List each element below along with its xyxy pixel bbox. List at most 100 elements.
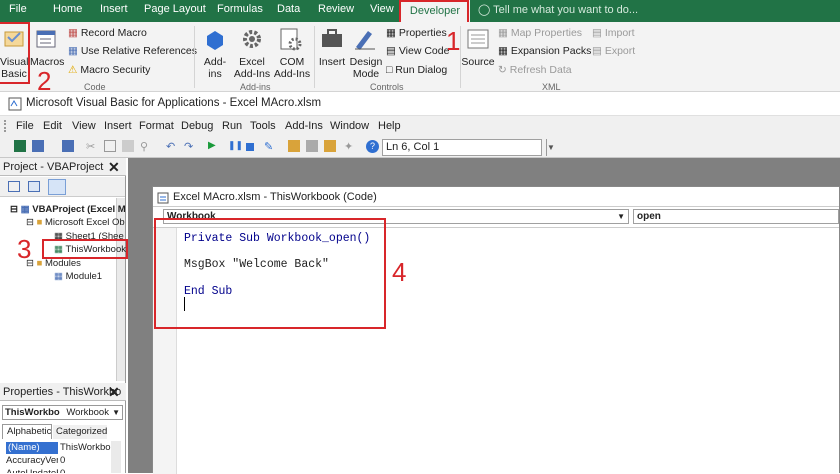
record-macro-button[interactable]: ▦ Record Macro: [68, 27, 147, 39]
vba-menu-bar: File Edit View Insert Format Debug Run T…: [0, 116, 840, 136]
vbaproject-icon: ▦: [20, 204, 30, 215]
project-explorer-icon[interactable]: [288, 140, 300, 152]
chevron-down-icon: ▼: [617, 212, 625, 221]
property-name: AutoUpdateF: [6, 468, 58, 473]
annotation-4: 4: [392, 257, 407, 287]
redo-icon[interactable]: ↷: [184, 140, 196, 153]
tab-file[interactable]: File: [9, 3, 27, 15]
tab-home[interactable]: Home: [53, 3, 82, 15]
property-value[interactable]: ThisWorkbo: [60, 442, 111, 454]
menu-tools[interactable]: Tools: [250, 120, 276, 132]
map-properties-icon: ▦: [498, 27, 508, 39]
annotation-box-1: [399, 0, 469, 24]
map-properties-button[interactable]: ▦ Map Properties: [498, 27, 582, 39]
tell-me-search[interactable]: ◯ Tell me what you want to do...: [478, 3, 638, 16]
tab-page-layout[interactable]: Page Layout: [144, 3, 206, 15]
paste-icon[interactable]: [122, 140, 134, 152]
insert-control-button[interactable]: Insert: [316, 56, 348, 68]
group-label-code: Code: [84, 82, 106, 92]
expansion-packs-button[interactable]: ▦ Expansion Packs: [498, 45, 591, 57]
import-icon: ▤: [592, 27, 602, 39]
ribbon-separator: [314, 26, 315, 88]
com-addins-icon: [278, 27, 302, 51]
collapse-icon[interactable]: ⊟: [10, 204, 18, 215]
tree-folder-excel-objects[interactable]: ⊟ ■ Microsoft Excel Ob: [26, 217, 125, 228]
copy-icon[interactable]: [104, 140, 116, 152]
export-button[interactable]: ▤ Export: [592, 45, 635, 57]
tab-data[interactable]: Data: [277, 3, 300, 15]
vba-title-bar: Microsoft Visual Basic for Applications …: [0, 92, 840, 116]
property-value[interactable]: 0: [60, 455, 110, 467]
menu-file[interactable]: File: [16, 120, 34, 132]
relative-references-button[interactable]: ▦ Use Relative References: [68, 45, 197, 57]
view-code-icon[interactable]: [8, 181, 20, 192]
tree-folder-modules[interactable]: ⊟ ■ Modules: [26, 258, 81, 269]
help-icon[interactable]: ?: [366, 140, 379, 153]
procedure-combo[interactable]: open: [633, 209, 839, 224]
menu-view[interactable]: View: [72, 120, 96, 132]
source-button[interactable]: Source: [460, 56, 496, 68]
property-value[interactable]: 0: [60, 468, 110, 473]
insert-userform-icon[interactable]: [32, 140, 44, 152]
menu-debug[interactable]: Debug: [181, 120, 213, 132]
properties-button[interactable]: ▦ Properties: [386, 27, 447, 39]
folder-icon: ■: [36, 217, 43, 228]
menu-window[interactable]: Window: [330, 120, 369, 132]
folder-icon: ■: [36, 258, 43, 269]
tab-insert[interactable]: Insert: [100, 3, 128, 15]
tab-categorized[interactable]: Categorized: [53, 425, 107, 439]
tree-root[interactable]: ⊟ ▦ VBAProject (Excel M: [10, 204, 126, 215]
annotation-1: 1: [446, 26, 461, 56]
toolbox-icon[interactable]: ✦: [344, 140, 356, 153]
refresh-data-button[interactable]: ↻ Refresh Data: [498, 64, 572, 76]
menu-format[interactable]: Format: [139, 120, 174, 132]
tree-item-module1[interactable]: ▦ Module1: [54, 271, 102, 282]
object-selector[interactable]: ThisWorkbo Workbook ▼: [2, 405, 123, 420]
tab-alphabetic[interactable]: Alphabetic: [2, 424, 52, 439]
design-mode-button[interactable]: Design Mode: [348, 56, 384, 80]
properties-window-icon[interactable]: [306, 140, 318, 152]
toggle-folders-icon[interactable]: [48, 179, 66, 195]
menu-run[interactable]: Run: [222, 120, 242, 132]
tab-view[interactable]: View: [370, 3, 394, 15]
menu-help[interactable]: Help: [378, 120, 401, 132]
addins-button[interactable]: Add- ins: [198, 56, 232, 80]
close-icon[interactable]: ✕: [108, 384, 120, 401]
view-object-icon[interactable]: [28, 181, 40, 192]
macro-security-button[interactable]: ⚠ Macro Security: [68, 64, 150, 76]
relative-references-icon: ▦: [68, 45, 78, 57]
reset-icon[interactable]: [246, 143, 254, 151]
annotation-3: 3: [17, 234, 32, 264]
gear-icon: [240, 27, 264, 51]
record-macro-icon: ▦: [68, 27, 78, 39]
group-label-xml: XML: [542, 82, 561, 92]
object-browser-icon[interactable]: [324, 140, 336, 152]
view-excel-icon[interactable]: [14, 140, 26, 152]
excel-addins-button[interactable]: Excel Add-Ins: [232, 56, 272, 80]
tab-formulas[interactable]: Formulas: [217, 3, 263, 15]
close-icon[interactable]: ✕: [108, 159, 120, 176]
undo-icon[interactable]: ↶: [166, 140, 178, 153]
view-code-icon: ▤: [386, 45, 396, 57]
design-mode-toggle-icon[interactable]: ✎: [264, 140, 276, 153]
addins-icon: [203, 28, 227, 52]
collapse-icon[interactable]: ⊟: [26, 217, 34, 228]
menu-insert[interactable]: Insert: [104, 120, 132, 132]
run-icon[interactable]: ▶: [208, 140, 220, 152]
view-code-button[interactable]: ▤ View Code: [386, 45, 449, 57]
break-icon[interactable]: ❚❚: [228, 140, 243, 152]
run-dialog-button[interactable]: □ Run Dialog: [386, 64, 447, 76]
properties-scrollbar[interactable]: [111, 441, 121, 473]
find-icon[interactable]: ⚲: [140, 140, 152, 153]
tab-review[interactable]: Review: [318, 3, 354, 15]
com-addins-button[interactable]: COM Add-Ins: [272, 56, 312, 80]
menu-edit[interactable]: Edit: [43, 120, 62, 132]
toolbar-overflow-icon[interactable]: ▼: [546, 139, 555, 156]
cut-icon[interactable]: ✂: [86, 140, 98, 153]
import-button[interactable]: ▤ Import: [592, 27, 635, 39]
save-icon[interactable]: [62, 140, 74, 152]
ribbon-separator: [194, 26, 195, 88]
code-window-title: Excel MAcro.xlsm - ThisWorkbook (Code): [153, 187, 839, 207]
module-icon: ▦: [54, 271, 63, 282]
menu-addins[interactable]: Add-Ins: [285, 120, 323, 132]
